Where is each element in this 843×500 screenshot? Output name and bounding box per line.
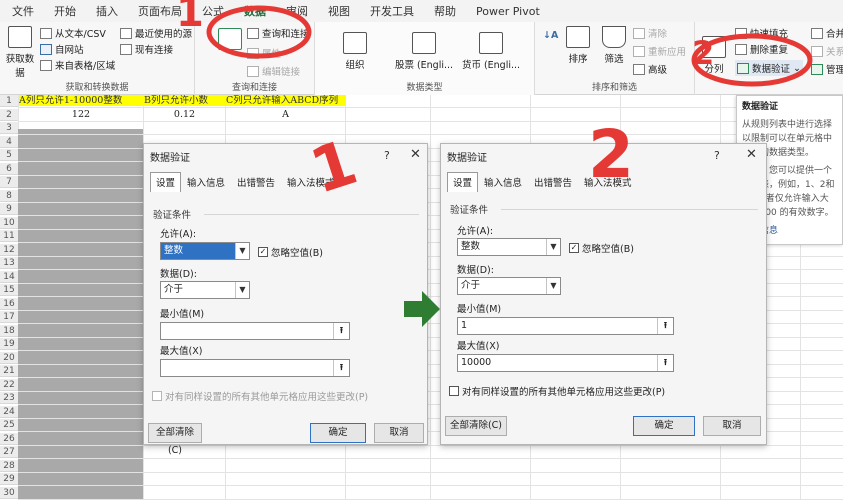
annotation-layer xyxy=(206,5,813,87)
annotation-number-2: 2 xyxy=(588,116,634,193)
annotation-circle-data-tab xyxy=(206,5,312,59)
annotation-number-top-2: 2 xyxy=(692,34,715,72)
annotation-number-top-1: 1 xyxy=(176,0,204,36)
